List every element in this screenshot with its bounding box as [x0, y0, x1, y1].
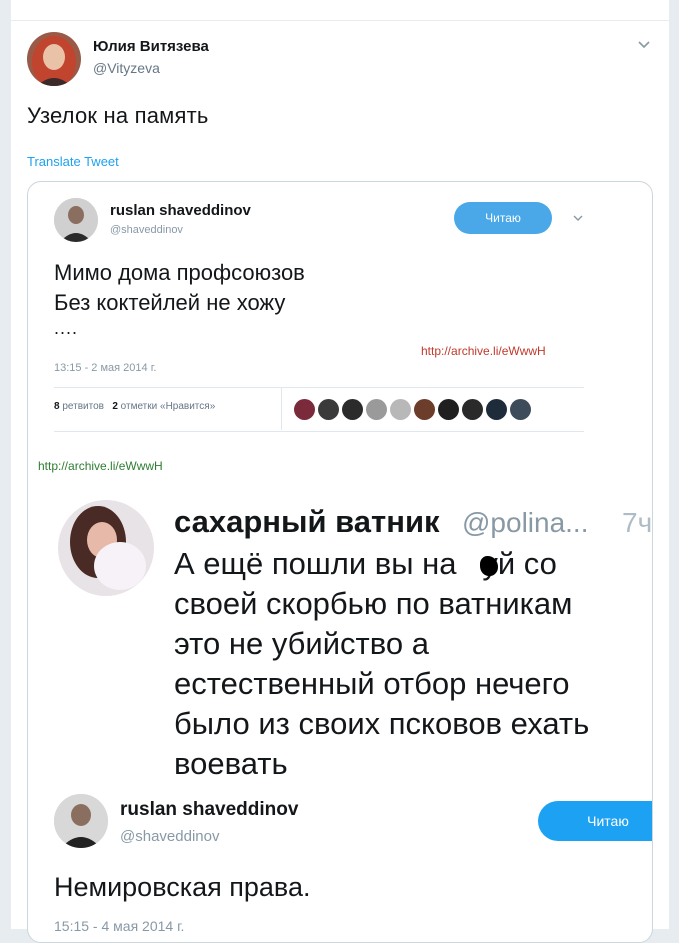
like-count: 2: [112, 401, 118, 412]
archive-url-stamp: http://archive.li/eWwwH: [421, 344, 546, 358]
quoted-author-avatar: [58, 500, 154, 596]
reply-date: 15:15 - 4 мая 2014 г.: [54, 918, 185, 934]
embedded-stats: 8 ретвитов 2 отметки «Нравится»: [54, 401, 215, 412]
reply-author-handle: @shaveddinov: [120, 828, 220, 845]
liker-avatar: [486, 399, 507, 420]
liker-avatar: [414, 399, 435, 420]
reply-text: Немировская права.: [54, 872, 311, 902]
liker-avatar: [342, 399, 363, 420]
divider: [54, 431, 584, 432]
liker-avatar: [438, 399, 459, 420]
tweet-text: Узелок на память: [27, 103, 209, 128]
follow-button: Читаю: [454, 202, 552, 234]
quoted-time: 7ч: [622, 507, 653, 538]
liker-avatar: [390, 399, 411, 420]
author-handle[interactable]: @Vityzeva: [93, 60, 160, 76]
liker-avatar: [294, 399, 315, 420]
embedded-author-name: ruslan shaveddinov: [110, 202, 251, 219]
liker-avatars: [294, 399, 531, 420]
quoted-text: А ещё пошли вы на уй со своей скорбью по…: [174, 546, 590, 781]
retweet-count: 8: [54, 401, 60, 412]
translate-tweet-link[interactable]: Translate Tweet: [27, 154, 119, 169]
liker-avatar: [366, 399, 387, 420]
embedded-line-2: Без коктейлей не хожу: [54, 290, 286, 315]
follow-button: Читаю: [538, 801, 652, 841]
author-name[interactable]: Юлия Витязева: [93, 38, 209, 55]
reply-author-name: ruslan shaveddinov: [120, 799, 299, 820]
chevron-down-icon[interactable]: [636, 36, 652, 52]
embedded-author-handle: @shaveddinov: [110, 224, 183, 236]
censor-blot: [480, 556, 498, 576]
divider: [281, 388, 282, 430]
like-label: отметки «Нравится»: [120, 401, 216, 412]
archive-link: http://archive.li/eWwwH: [38, 459, 163, 473]
embedded-date: 13:15 - 2 мая 2014 г.: [54, 362, 157, 374]
previous-tweet-edge: [11, 0, 669, 21]
liker-avatar: [318, 399, 339, 420]
embedded-line-1: Мимо дома профсоюзов: [54, 260, 305, 285]
embedded-author-avatar: [54, 198, 98, 242]
retweet-label: ретвитов: [62, 401, 104, 412]
liker-avatar: [462, 399, 483, 420]
liker-avatar: [510, 399, 531, 420]
quoted-author-handle: @polina...: [462, 507, 589, 538]
timeline-frame: Юлия Витязева @Vityzeva Узелок на память…: [10, 0, 670, 943]
embedded-image-card[interactable]: ruslan shaveddinov @shaveddinov Читаю Ми…: [27, 181, 653, 943]
embedded-dots: ....: [54, 318, 79, 338]
author-avatar[interactable]: [27, 32, 81, 86]
reply-author-avatar: [54, 794, 108, 848]
chevron-down-icon: [573, 215, 583, 221]
divider: [54, 387, 584, 388]
quoted-author-name: сахарный ватник: [174, 504, 440, 539]
embedded-tweet-text: Мимо дома профсоюзов Без коктейлей не хо…: [54, 258, 305, 318]
